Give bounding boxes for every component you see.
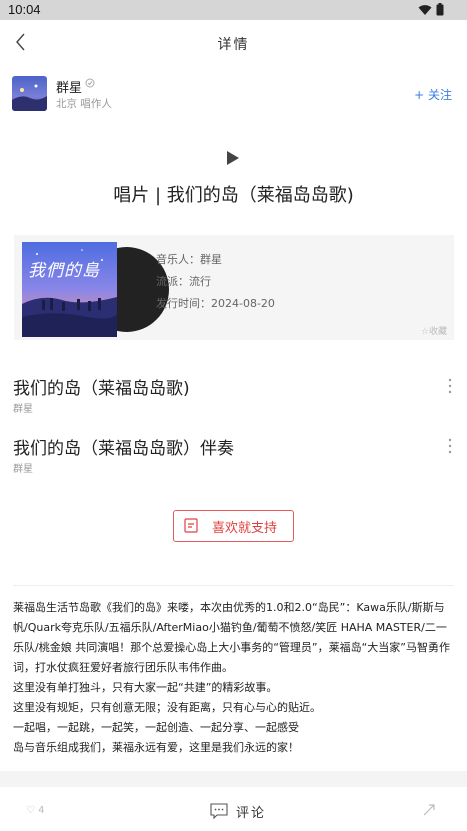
status-time: 10:04 <box>8 2 41 17</box>
comment-icon <box>210 803 228 819</box>
support-button[interactable]: 喜欢就支持 <box>173 510 294 542</box>
artist-row: 群星 北京 唱作人 + 关注 <box>12 76 452 114</box>
bottom-separator <box>0 771 467 787</box>
verified-badge-icon <box>85 78 95 88</box>
like-button[interactable]: ♡ 4 <box>26 805 45 816</box>
collect-label: 收藏 <box>428 327 447 337</box>
more-options-icon[interactable] <box>447 437 453 455</box>
song-item[interactable]: 我们的岛（莱福岛岛歌) 群星 <box>13 374 453 420</box>
battery-icon <box>436 3 444 16</box>
album-genre: 流派：流行 <box>156 275 211 288</box>
description-paragraph: 一起唱，一起跳，一起笑，一起创造、一起分享、一起感受 <box>13 721 299 734</box>
artist-name[interactable]: 群星 <box>56 77 82 96</box>
support-label: 喜欢就支持 <box>212 521 278 536</box>
description-paragraph: 岛与音乐组成我们，莱福永远有爱，这里是我们永远的家！ <box>13 741 299 754</box>
album-cover-title: 我們的島 <box>28 261 100 281</box>
avatar-image <box>12 76 47 111</box>
comment-label: 评论 <box>236 806 267 821</box>
description-paragraph: 这里没有单打独斗，只有大家一起“共建”的精彩故事。 <box>13 681 278 694</box>
follow-button[interactable]: + 关注 <box>414 86 452 103</box>
heart-icon: ♡ <box>26 805 35 816</box>
share-icon[interactable] <box>422 803 436 817</box>
divider <box>13 585 454 586</box>
song-title: 我们的岛（莱福岛岛歌）伴奏 <box>13 439 234 459</box>
page-title: 详情 <box>217 37 250 53</box>
top-bar: 详情 <box>0 20 467 66</box>
album-description: 莱福岛生活节岛歌《我们的岛》来喽，本次由优秀的1.0和2.0“岛民”：Kawa乐… <box>13 598 454 758</box>
artist-location-role: 北京 唱作人 <box>56 98 112 110</box>
avatar[interactable] <box>12 76 47 111</box>
status-bar: 10:04 <box>0 0 467 20</box>
song-artist: 群星 <box>13 464 33 475</box>
like-count: 4 <box>38 805 45 816</box>
description-paragraph: 莱福岛生活节岛歌《我们的岛》来喽，本次由优秀的1.0和2.0“岛民”：Kawa乐… <box>13 601 450 674</box>
album-card: 我們的島 音乐人：群星 流派：流行 发行时间：2024-08-20 ☆收藏 <box>14 235 454 340</box>
more-options-icon[interactable] <box>447 377 453 395</box>
album-title: 唱片 | 我们的岛（莱福岛岛歌) <box>113 185 354 206</box>
bottom-bar: ♡ 4 评论 <box>0 787 467 831</box>
star-icon: ☆ <box>420 327 429 337</box>
support-icon <box>184 518 198 533</box>
song-title: 我们的岛（莱福岛岛歌) <box>13 379 190 399</box>
description-paragraph: 这里没有规矩，只有创意无限；没有距离，只有心与心的贴近。 <box>13 701 321 714</box>
collect-button[interactable]: ☆收藏 <box>421 324 447 337</box>
album-cover[interactable]: 我們的島 <box>22 242 117 337</box>
album-release-date: 发行时间：2024-08-20 <box>156 297 275 310</box>
song-item[interactable]: 我们的岛（莱福岛岛歌）伴奏 群星 <box>13 434 453 480</box>
album-musician: 音乐人：群星 <box>156 253 222 266</box>
wifi-icon <box>418 5 432 15</box>
song-artist: 群星 <box>13 404 33 415</box>
play-icon[interactable] <box>225 150 241 166</box>
